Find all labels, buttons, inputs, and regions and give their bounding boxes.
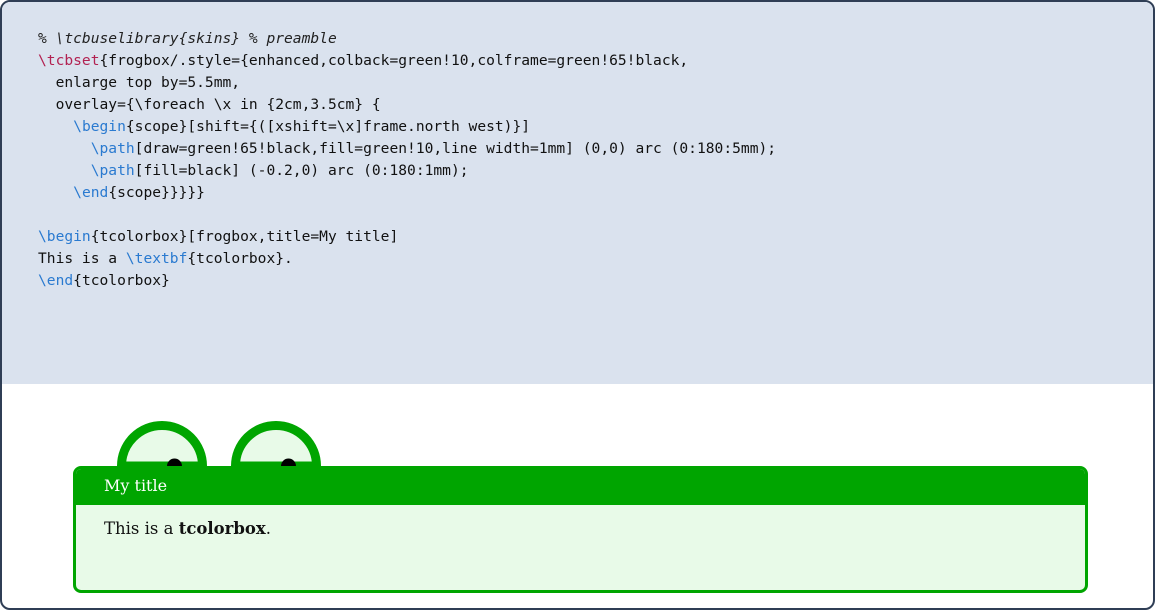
body-bold-text: tcolorbox — [178, 519, 266, 538]
listing-frame: % \tcbuselibrary{skins} % preamble \tcbse… — [0, 0, 1155, 610]
code-text: overlay={\foreach \x in {2cm,3.5cm} { — [38, 96, 381, 113]
code-keyword: \tcbset — [38, 52, 100, 69]
code-keyword: \begin — [38, 228, 91, 245]
code-line: \begin{tcolorbox}[frogbox,title=My title… — [38, 226, 776, 248]
code-comment: % \tcbuselibrary{skins} % preamble — [38, 30, 337, 47]
result-area: My title This is a tcolorbox. — [2, 384, 1153, 608]
code-keyword: \path — [90, 162, 135, 179]
body-text: This is a — [104, 519, 179, 538]
code-text: This is a — [38, 250, 126, 267]
code-keyword: \begin — [73, 118, 126, 135]
code-line: \path[draw=green!65!black,fill=green!10,… — [38, 138, 776, 160]
frogbox-body: This is a tcolorbox. — [76, 505, 1085, 538]
code-text: [draw=green!65!black,fill=green!10,line … — [134, 140, 777, 157]
code-text: [fill=black] (-0.2,0) arc (0:180:1mm); — [134, 162, 469, 179]
code-lines: % \tcbuselibrary{skins} % preamble \tcbse… — [38, 28, 776, 292]
code-keyword: \end — [73, 184, 109, 201]
frogbox-title: My title — [76, 469, 1085, 505]
frog-eye-right — [230, 421, 322, 471]
code-text: {frogbox/.style={enhanced,colback=green!… — [99, 52, 689, 69]
frog-eye-left — [116, 421, 208, 471]
code-line: This is a \textbf{tcolorbox}. — [38, 248, 776, 270]
code-keyword: \textbf — [125, 250, 188, 267]
code-text: {scope}}}}} — [108, 184, 205, 201]
code-line: \end{scope}}}}} — [38, 182, 776, 204]
body-text-suffix: . — [265, 519, 271, 538]
code-keyword: \path — [90, 140, 135, 157]
code-text: {scope}[shift={([xshift=\x]frame.north w… — [125, 118, 531, 135]
code-line: \tcbset{frogbox/.style={enhanced,colback… — [38, 50, 776, 72]
code-text: enlarge top by=5.5mm, — [38, 74, 241, 91]
frog-eye-left-arc — [116, 421, 208, 471]
code-line: \begin{scope}[shift={([xshift=\x]frame.n… — [38, 116, 776, 138]
code-text: {tcolorbox}. — [187, 250, 293, 267]
code-line: \path[fill=black] (-0.2,0) arc (0:180:1m… — [38, 160, 776, 182]
code-text: {tcolorbox}[frogbox,title=My title] — [90, 228, 399, 245]
code-keyword: \end — [38, 272, 74, 289]
frog-eye-right-arc — [230, 421, 322, 471]
code-line: % \tcbuselibrary{skins} % preamble — [38, 28, 776, 50]
code-listing: % \tcbuselibrary{skins} % preamble \tcbse… — [2, 2, 1153, 384]
frogbox: My title This is a tcolorbox. — [73, 466, 1088, 593]
code-text: {tcolorbox} — [73, 272, 170, 289]
code-line: enlarge top by=5.5mm, — [38, 72, 776, 94]
code-line: \end{tcolorbox} — [38, 270, 776, 292]
code-line: overlay={\foreach \x in {2cm,3.5cm} { — [38, 94, 776, 116]
